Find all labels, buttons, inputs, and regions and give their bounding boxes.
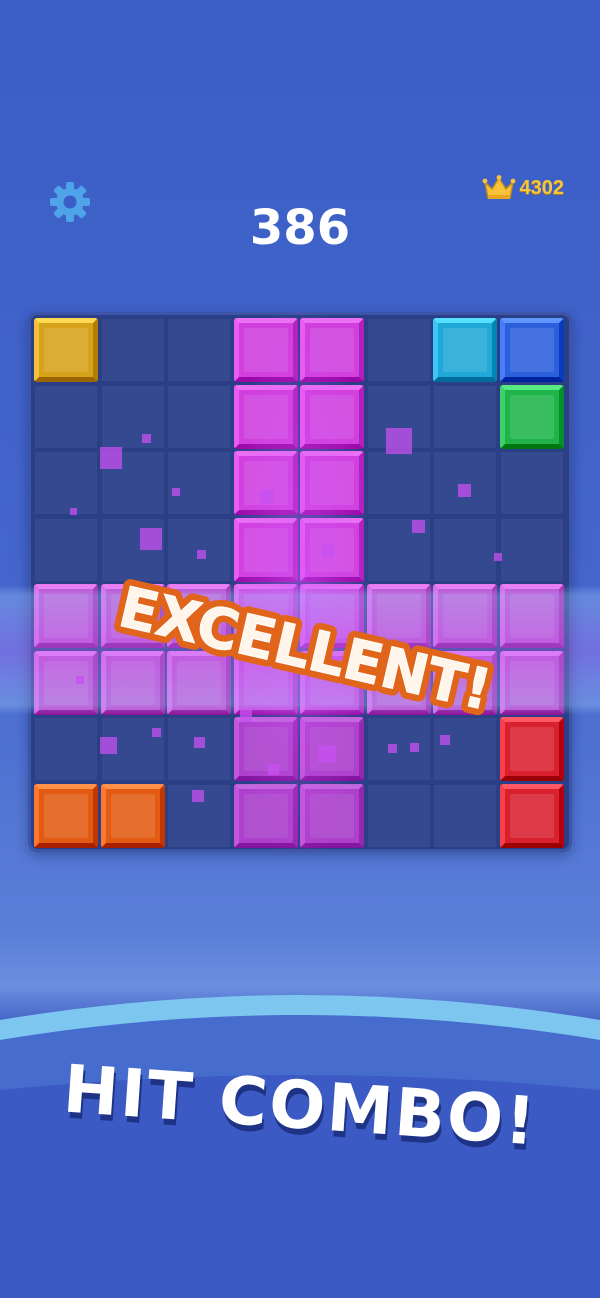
board-cell[interactable] — [366, 783, 431, 848]
block-green — [499, 384, 564, 449]
particle — [76, 676, 84, 684]
block-magenta — [233, 517, 298, 582]
particle — [494, 553, 502, 561]
particle — [152, 728, 161, 737]
block-pink — [34, 650, 98, 715]
block-blue — [499, 318, 564, 382]
block-magenta — [233, 384, 298, 449]
particle — [70, 508, 77, 515]
particle — [318, 745, 336, 763]
block-pink — [34, 584, 98, 648]
particle — [260, 490, 274, 504]
board-cell[interactable] — [499, 517, 564, 582]
crown-icon — [482, 175, 515, 199]
board-cell[interactable] — [167, 717, 231, 781]
particle — [322, 545, 334, 557]
block-pink — [499, 584, 564, 648]
board-cell[interactable] — [366, 318, 431, 382]
particle — [412, 520, 425, 533]
block-orange — [34, 783, 98, 848]
board-cell[interactable] — [100, 318, 165, 382]
block-red — [499, 717, 564, 781]
best-score-value: 4302 — [519, 176, 565, 199]
board-cell[interactable] — [433, 783, 497, 848]
block-yellow — [34, 318, 98, 382]
board-cell[interactable] — [366, 717, 431, 781]
board-cell[interactable] — [433, 384, 497, 449]
block-magenta — [233, 584, 298, 648]
particle — [194, 737, 205, 748]
hit-combo-banner: HIT COMBO! HIT COMBO! — [61, 1051, 541, 1167]
block-magenta — [233, 650, 298, 715]
particle — [410, 743, 419, 752]
board-cell[interactable] — [100, 384, 165, 449]
board-grid[interactable] — [34, 318, 566, 850]
game-board[interactable] — [28, 312, 572, 852]
block-magenta — [233, 717, 298, 781]
block-orange — [100, 783, 165, 848]
board-cell[interactable] — [433, 717, 497, 781]
particle — [140, 528, 162, 550]
particle — [172, 488, 180, 496]
block-magenta — [233, 783, 298, 848]
board-cell[interactable] — [499, 451, 564, 515]
block-red — [499, 783, 564, 848]
block-pink — [499, 650, 564, 715]
block-pink — [167, 584, 231, 648]
block-pink — [366, 650, 431, 715]
particle — [386, 428, 412, 454]
block-pink — [167, 650, 231, 715]
block-magenta — [300, 384, 364, 449]
particle — [192, 790, 204, 802]
board-cell[interactable] — [366, 451, 431, 515]
current-score: 386 — [249, 200, 351, 256]
board-cell[interactable] — [34, 384, 98, 449]
particle — [197, 550, 206, 559]
board-cell[interactable] — [167, 451, 231, 515]
block-pink — [100, 650, 165, 715]
board-cell[interactable] — [167, 318, 231, 382]
particle — [458, 484, 471, 497]
block-magenta — [233, 451, 298, 515]
particle — [388, 744, 397, 753]
board-cell[interactable] — [34, 717, 98, 781]
block-pink — [366, 584, 431, 648]
board-cell[interactable] — [433, 451, 497, 515]
block-magenta — [300, 318, 364, 382]
particle — [100, 737, 117, 754]
particle — [100, 447, 122, 469]
board-cell[interactable] — [433, 517, 497, 582]
particle — [240, 710, 252, 722]
block-magenta — [300, 783, 364, 848]
board-cell[interactable] — [34, 517, 98, 582]
particle — [142, 434, 151, 443]
particle — [268, 764, 279, 775]
block-cyan — [433, 318, 497, 382]
particle — [440, 735, 450, 745]
block-magenta — [300, 451, 364, 515]
block-magenta — [300, 584, 364, 648]
particle — [124, 625, 134, 635]
block-magenta — [300, 650, 364, 715]
board-cell[interactable] — [167, 384, 231, 449]
hit-combo-text: HIT COMBO! — [61, 1051, 540, 1161]
block-pink — [433, 650, 497, 715]
board-cell[interactable] — [34, 451, 98, 515]
block-magenta — [233, 318, 298, 382]
block-pink — [100, 584, 165, 648]
block-pink — [433, 584, 497, 648]
